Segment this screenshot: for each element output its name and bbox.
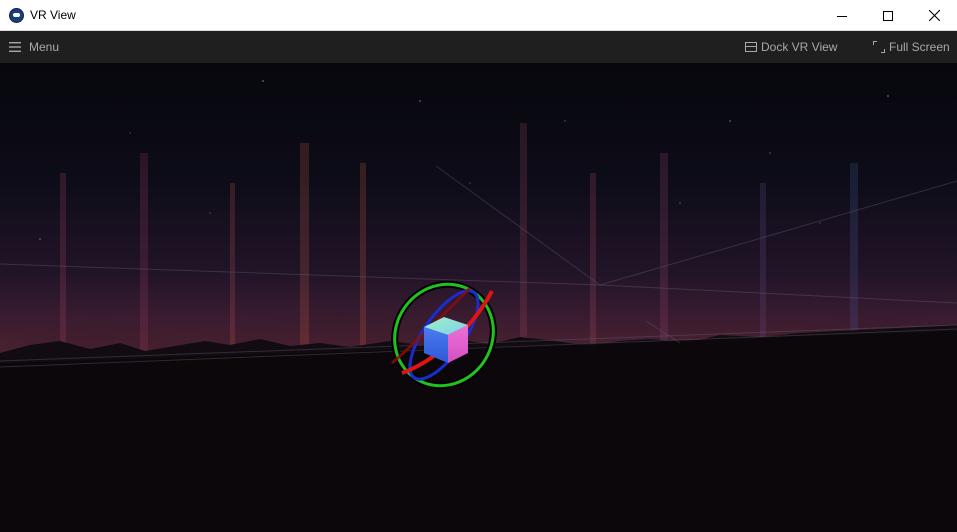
vr-scene <box>0 63 957 532</box>
maximize-button[interactable] <box>865 0 911 31</box>
close-button[interactable] <box>911 0 957 31</box>
maximize-icon <box>883 10 893 21</box>
vr-app-icon <box>9 7 24 23</box>
dock-vr-view-button[interactable]: Dock VR View <box>745 31 837 63</box>
dock-label: Dock VR View <box>761 40 838 54</box>
fullscreen-icon <box>873 41 885 53</box>
menu-label: Menu <box>29 40 60 54</box>
hamburger-icon <box>9 42 21 52</box>
toolbar: Menu Dock VR View Full Screen <box>0 31 957 63</box>
minimize-icon <box>837 15 847 17</box>
window-controls <box>819 0 957 31</box>
dock-icon <box>745 42 757 52</box>
menu-button[interactable]: Menu <box>9 31 59 63</box>
full-screen-button[interactable]: Full Screen <box>873 31 950 63</box>
fullscreen-label: Full Screen <box>889 40 950 54</box>
vr-viewport[interactable] <box>0 63 957 532</box>
vr-view-window: VR View Menu Dock VR View Full Screen <box>0 0 957 532</box>
minimize-button[interactable] <box>819 0 865 31</box>
close-icon <box>928 10 940 21</box>
window-title: VR View <box>30 8 76 22</box>
title-bar[interactable]: VR View <box>0 0 957 31</box>
